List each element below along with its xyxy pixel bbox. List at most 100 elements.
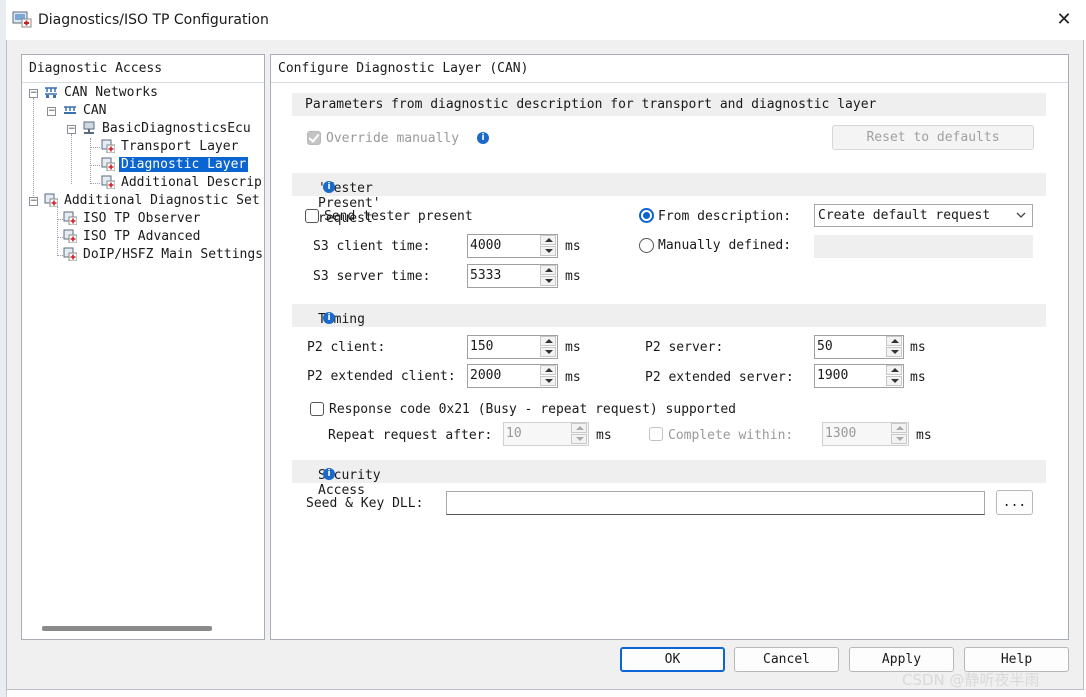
manually-defined-radio[interactable]: [639, 238, 654, 253]
collapse-icon[interactable]: −: [29, 89, 38, 98]
p2-extended-server-spinner[interactable]: 1900: [814, 364, 904, 388]
bus-icon: [64, 106, 76, 114]
tree-item-additional-description[interactable]: Additional Descrip: [119, 174, 263, 191]
window-title: Diagnostics/ISO TP Configuration: [38, 12, 269, 28]
p2-client-spinner[interactable]: 150: [467, 335, 558, 359]
config-icon: [101, 139, 115, 153]
tree-item-label: Additional Descrip: [121, 175, 262, 190]
spin-down-icon[interactable]: [886, 376, 902, 386]
tree-connector: [90, 138, 91, 184]
unit-ms: ms: [910, 340, 926, 355]
from-description-label: From description:: [658, 209, 792, 224]
p2-client-value: 150: [470, 339, 494, 354]
spin-down-icon[interactable]: [540, 347, 556, 357]
response-code-checkbox[interactable]: [310, 402, 324, 416]
tree-item-basicdiagnosticsecu[interactable]: BasicDiagnosticsEcu: [100, 120, 253, 137]
p2-extended-client-spinner[interactable]: 2000: [467, 364, 558, 388]
tree-item-label: CAN: [83, 103, 107, 118]
tree-item-label: CAN Networks: [64, 85, 158, 100]
override-manually-checkbox[interactable]: [307, 131, 321, 145]
config-icon: [63, 247, 77, 261]
cancel-button[interactable]: Cancel: [734, 647, 839, 672]
collapse-icon[interactable]: −: [47, 107, 56, 116]
complete-within-spinner[interactable]: 1300: [822, 422, 909, 446]
info-icon[interactable]: i: [477, 132, 489, 144]
config-icon: [63, 211, 77, 225]
tree-item-additional-diagnostic-settings[interactable]: Additional Diagnostic Set: [62, 192, 263, 209]
tree-panel-title: Diagnostic Access: [29, 61, 163, 76]
s3-client-spinner[interactable]: 4000: [467, 234, 558, 258]
config-panel-title: Configure Diagnostic Layer (CAN): [278, 61, 529, 76]
info-icon[interactable]: i: [323, 181, 335, 193]
manually-defined-label: Manually defined:: [658, 238, 792, 253]
repeat-request-value: 10: [506, 426, 522, 441]
s3-server-spinner[interactable]: 5333: [467, 264, 558, 288]
spin-down-icon[interactable]: [540, 246, 556, 256]
ecu-icon: [83, 121, 95, 134]
config-icon: [63, 229, 77, 243]
browse-button[interactable]: ...: [996, 490, 1033, 515]
reset-to-defaults-button[interactable]: Reset to defaults: [832, 125, 1034, 150]
tree-item-diagnostic-layer[interactable]: Diagnostic Layer: [119, 156, 249, 173]
tree-item-label: BasicDiagnosticsEcu: [102, 121, 251, 136]
unit-ms: ms: [565, 370, 581, 385]
spin-down-icon[interactable]: [540, 376, 556, 386]
tree-connector: [33, 98, 34, 202]
spin-up-icon[interactable]: [571, 423, 587, 433]
send-tester-present-checkbox[interactable]: [305, 209, 319, 223]
dropdown-value: Create default request: [818, 208, 991, 223]
response-code-label: Response code 0x21 (Busy - repeat reques…: [329, 402, 736, 417]
manual-request-field[interactable]: [814, 235, 1033, 258]
s3-server-value: 5333: [470, 268, 502, 283]
seed-key-dll-input[interactable]: [446, 491, 985, 515]
complete-within-checkbox[interactable]: [649, 427, 663, 441]
spin-down-icon[interactable]: [891, 434, 907, 444]
info-icon[interactable]: i: [323, 468, 335, 480]
config-icon: [101, 157, 115, 171]
tree-connector: [90, 183, 100, 184]
tree-item-label: ISO TP Observer: [83, 211, 201, 226]
spin-up-icon[interactable]: [886, 336, 902, 346]
p2-extended-client-label: P2 extended client:: [307, 369, 456, 384]
spin-down-icon[interactable]: [540, 276, 556, 286]
tree-item-doip-hsfz-main-settings[interactable]: DoIP/HSFZ Main Settings: [81, 246, 263, 263]
tree-item-label: Additional Diagnostic Set: [64, 193, 260, 208]
tree-item-iso-tp-observer[interactable]: ISO TP Observer: [81, 210, 202, 227]
config-folder-icon: [44, 193, 58, 207]
collapse-icon[interactable]: −: [67, 125, 76, 134]
ok-button[interactable]: OK: [620, 647, 725, 672]
tree-item-can[interactable]: CAN: [81, 102, 108, 119]
request-dropdown[interactable]: Create default request: [814, 204, 1033, 227]
tree-item-transport-layer[interactable]: Transport Layer: [119, 138, 240, 155]
close-icon[interactable]: ✕: [1052, 8, 1076, 32]
spin-up-icon[interactable]: [540, 235, 556, 245]
tree-item-iso-tp-advanced[interactable]: ISO TP Advanced: [81, 228, 202, 245]
tree-item-label: DoIP/HSFZ Main Settings: [83, 247, 263, 262]
send-tester-present-label: Send tester present: [324, 209, 473, 224]
spin-down-icon[interactable]: [571, 434, 587, 444]
collapse-icon[interactable]: −: [29, 197, 38, 206]
section-title: Parameters from diagnostic description f…: [305, 97, 877, 112]
from-description-radio[interactable]: [639, 208, 654, 223]
tree-connector: [90, 147, 100, 148]
seed-key-label: Seed & Key DLL:: [306, 496, 424, 511]
tree-item-can-networks[interactable]: CAN Networks: [62, 84, 160, 101]
unit-ms: ms: [565, 269, 581, 284]
unit-ms: ms: [910, 370, 926, 385]
info-icon[interactable]: i: [323, 312, 335, 324]
repeat-request-spinner[interactable]: 10: [503, 422, 589, 446]
section-parameters: Parameters from diagnostic description f…: [292, 93, 1046, 116]
override-manually-text: Override manually: [326, 131, 460, 146]
tree-item-label: Diagnostic Layer: [119, 157, 249, 172]
p2-client-label: P2 client:: [307, 340, 386, 355]
spin-up-icon[interactable]: [540, 265, 556, 275]
spin-up-icon[interactable]: [891, 423, 907, 433]
p2-server-spinner[interactable]: 50: [814, 335, 904, 359]
spin-up-icon[interactable]: [540, 336, 556, 346]
p2-extended-server-label: P2 extended server:: [645, 370, 794, 385]
spin-up-icon[interactable]: [540, 365, 556, 375]
horizontal-scrollbar[interactable]: [42, 626, 212, 631]
chevron-down-icon: [1016, 212, 1026, 218]
spin-down-icon[interactable]: [886, 347, 902, 357]
spin-up-icon[interactable]: [886, 365, 902, 375]
